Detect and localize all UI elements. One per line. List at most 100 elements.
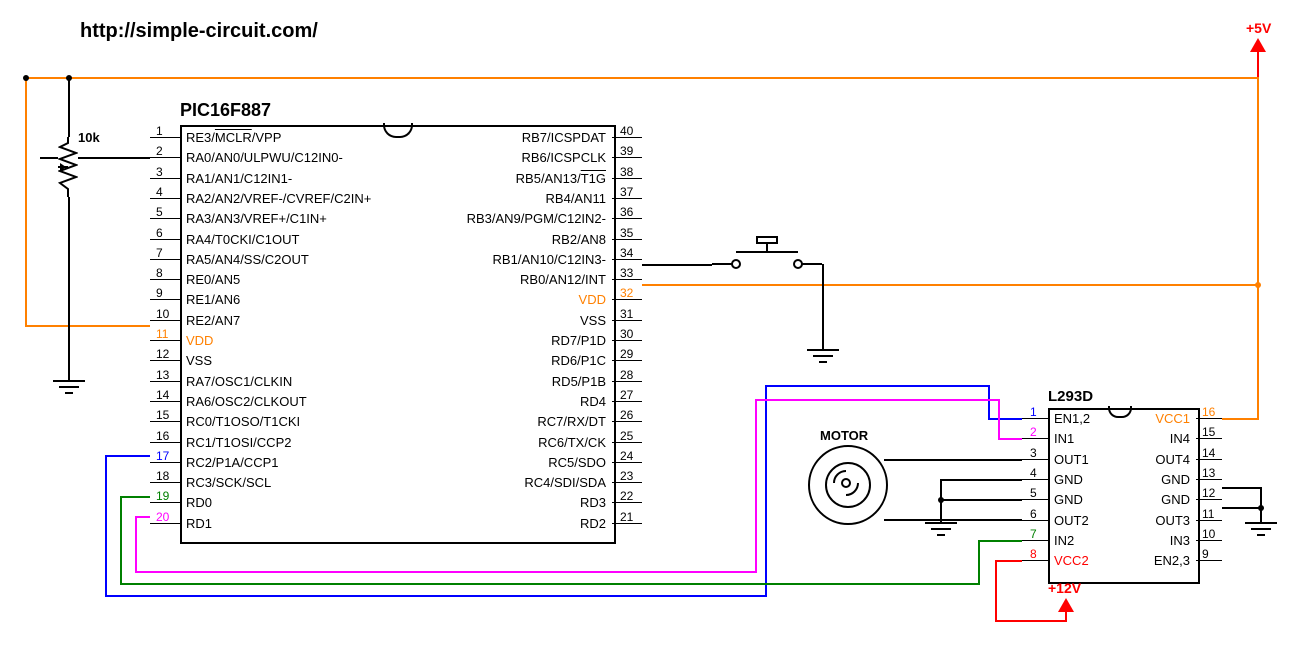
pic-pin-num-19: 19 <box>156 489 169 503</box>
wire-red-2 <box>995 560 997 620</box>
pic-pin-num-22: 22 <box>620 489 633 503</box>
pic-pin-label-2: RA0/AN0/ULPWU/C12IN0- <box>186 150 343 165</box>
l293d-pin-num-9: 9 <box>1202 547 1209 561</box>
wire-blue-1 <box>105 455 150 457</box>
arrow-12v <box>1058 598 1074 612</box>
pic-pin-num-7: 7 <box>156 246 163 260</box>
pic-pin-num-2: 2 <box>156 144 163 158</box>
wire-btn-gnd <box>822 264 824 344</box>
pic-pin-label-10: RE2/AN7 <box>186 313 240 328</box>
l293d-pin-label-1: EN1,2 <box>1054 411 1090 426</box>
pic-pin-num-6: 6 <box>156 226 163 240</box>
wire-rb0 <box>642 264 712 266</box>
pic-pin-num-23: 23 <box>620 469 633 483</box>
wire-grn-4 <box>978 540 980 585</box>
l293d-pin-num-10: 10 <box>1202 527 1215 541</box>
wire-l293d-gnd-l5 <box>940 499 1022 501</box>
pic-pin-num-25: 25 <box>620 429 633 443</box>
l293d-pin-label-16: VCC1 <box>1155 411 1190 426</box>
pic-pin-label-28: RD5/P1B <box>552 374 606 389</box>
node-res-top <box>66 75 72 81</box>
l293d-pin-num-6: 6 <box>1030 507 1037 521</box>
gnd-l293d-right <box>1242 517 1280 539</box>
pic-pin-num-24: 24 <box>620 449 633 463</box>
pic-pin-num-15: 15 <box>156 408 169 422</box>
pic-pin-label-33: RB0/AN12/INT <box>520 272 606 287</box>
pic-pin-label-25: RC6/TX/CK <box>538 435 606 450</box>
pic-pin-num-11: 11 <box>156 327 168 341</box>
wire-mag-1 <box>135 516 150 518</box>
motor-label: MOTOR <box>820 428 868 443</box>
pic-pin-label-7: RA5/AN4/SS/C2OUT <box>186 252 309 267</box>
pic-pin-label-16: RC1/T1OSI/CCP2 <box>186 435 291 450</box>
node-left-rail <box>23 75 29 81</box>
wire-res-bot <box>68 197 70 375</box>
l293d-pin-num-2: 2 <box>1030 425 1037 439</box>
pic-pin-stub-4 <box>150 198 180 199</box>
pic-pin-stub-2 <box>150 157 180 158</box>
pic-pin-label-19: RD0 <box>186 495 212 510</box>
wire-grn-1 <box>120 496 150 498</box>
l293d-pin-label-13: GND <box>1161 472 1190 487</box>
resistor-10k <box>58 137 78 197</box>
pic-pin-label-18: RC3/SCK/SCL <box>186 475 271 490</box>
pic-pin-stub-8 <box>150 279 180 280</box>
pic-title: PIC16F887 <box>180 100 271 121</box>
pic-pin-stub-6 <box>150 239 180 240</box>
l293d-pin-num-4: 4 <box>1030 466 1037 480</box>
gnd-button <box>804 344 842 366</box>
l293d-pin-num-12: 12 <box>1202 486 1215 500</box>
pic-pin-label-26: RC7/RX/DT <box>537 414 606 429</box>
l293d-pin-num-3: 3 <box>1030 446 1037 460</box>
pic-pin-label-27: RD4 <box>580 394 606 409</box>
gnd-l293d-left <box>922 517 960 539</box>
motor-brush <box>831 468 861 498</box>
wire-motor-top <box>884 459 1022 461</box>
pic-pin-label-32: VDD <box>579 292 606 307</box>
l293d-pin-label-5: GND <box>1054 492 1083 507</box>
pic-pin-num-17: 17 <box>156 449 169 463</box>
source-url: http://simple-circuit.com/ <box>80 20 318 43</box>
wire-red-3 <box>995 620 1065 622</box>
l293d-pin-label-4: GND <box>1054 472 1083 487</box>
l293d-pin-label-2: IN1 <box>1054 431 1074 446</box>
pic-pin-num-27: 27 <box>620 388 633 402</box>
pic-pin-stub-9 <box>150 299 180 300</box>
pic-pin-label-36: RB3/AN9/PGM/C12IN2- <box>467 211 606 226</box>
wire-blue-5 <box>765 385 990 387</box>
pic-pin-num-18: 18 <box>156 469 169 483</box>
pic-pin-num-39: 39 <box>620 144 633 158</box>
pic-pin-label-5: RA3/AN3/VREF+/C1IN+ <box>186 211 327 226</box>
l293d-pin-label-14: OUT4 <box>1155 452 1190 467</box>
l293d-pin-num-15: 15 <box>1202 425 1215 439</box>
pushbutton <box>712 235 822 280</box>
l293d-pin-num-7: 7 <box>1030 527 1037 541</box>
wire-blue-3 <box>105 595 765 597</box>
pic-pin-label-14: RA6/OSC2/CLKOUT <box>186 394 307 409</box>
pic-pin-label-38: RB5/AN13/T1G <box>516 171 606 186</box>
pic-pin-label-37: RB4/AN11 <box>546 191 606 206</box>
l293d-pin-label-9: EN2,3 <box>1154 553 1190 568</box>
wire-l293d-gnd-r <box>1222 487 1262 489</box>
label-12v: +12V <box>1048 580 1081 596</box>
pic-pin-label-20: RD1 <box>186 516 212 531</box>
pic-pin-label-12: VSS <box>186 353 212 368</box>
l293d-title: L293D <box>1048 388 1093 405</box>
wire-blue-7 <box>988 418 1022 420</box>
wire-5v-left-down <box>25 77 27 326</box>
pic-pin-label-17: RC2/P1A/CCP1 <box>186 455 278 470</box>
pic-pin-label-8: RE0/AN5 <box>186 272 240 287</box>
wire-to-vdd11 <box>25 325 150 327</box>
l293d-pin-label-7: IN2 <box>1054 533 1074 548</box>
wire-blue-6 <box>988 385 990 420</box>
pic-pin-num-13: 13 <box>156 368 169 382</box>
pic-pin-label-9: RE1/AN6 <box>186 292 240 307</box>
pic-pin-num-20: 20 <box>156 510 169 524</box>
pic-pin-num-30: 30 <box>620 327 633 341</box>
node-vdd32 <box>1255 282 1261 288</box>
wire-mag-5 <box>755 399 1000 401</box>
l293d-pin-label-11: OUT3 <box>1155 513 1190 528</box>
l293d-pin-label-3: OUT1 <box>1054 452 1089 467</box>
pic-pin-label-21: RD2 <box>580 516 606 531</box>
pic-pin-num-32: 32 <box>620 286 633 300</box>
